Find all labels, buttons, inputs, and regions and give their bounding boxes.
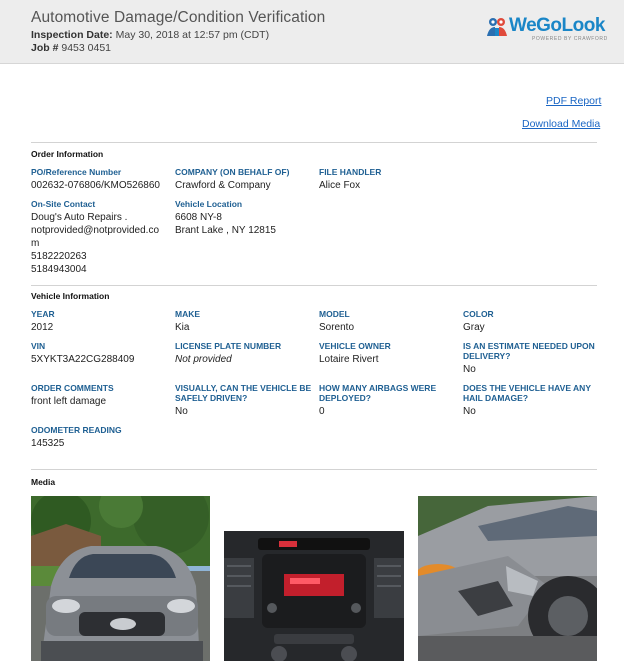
estimate-label-line2: DELIVERY?: [463, 351, 511, 361]
dashboard-image: [224, 496, 404, 661]
divider: [31, 285, 597, 286]
vehicle-info-title: Vehicle Information: [31, 291, 110, 301]
inspection-date-label: Inspection Date:: [31, 29, 113, 41]
airbags-label-line1: HOW MANY AIRBAGS WERE: [319, 383, 437, 393]
po-field: PO/Reference Number 002632-076806/KMO526…: [31, 167, 160, 192]
plate-field: LICENSE PLATE NUMBER Not provided: [175, 341, 281, 366]
driven-value: No: [175, 406, 188, 417]
year-value: 2012: [31, 322, 54, 333]
contact-name: Doug's Auto Repairs .: [31, 212, 128, 223]
vehicle-front-image: [31, 496, 210, 661]
media-title: Media: [31, 477, 56, 487]
vin-field: VIN 5XYKT3A22CG288409: [31, 341, 134, 366]
year-field: YEAR 2012: [31, 309, 55, 334]
inspection-date: Inspection Date: May 30, 2018 at 12:57 p…: [31, 29, 269, 41]
handler-field: FILE HANDLER Alice Fox: [319, 167, 381, 192]
job-number-value: 9453 0451: [61, 42, 111, 54]
divider: [31, 142, 597, 143]
airbags-label-line2: DEPLOYED?: [319, 393, 371, 403]
company-field: COMPANY (ON BEHALF OF) Crawford & Compan…: [175, 167, 289, 192]
estimate-value: No: [463, 364, 476, 375]
model-label: MODEL: [319, 309, 350, 319]
location-label: Vehicle Location: [175, 199, 243, 209]
handler-value: Alice Fox: [319, 180, 361, 191]
contact-email-line2: m: [31, 238, 40, 249]
company-value: Crawford & Company: [175, 180, 271, 191]
driven-field: VISUALLY, CAN THE VEHICLE BE SAFELY DRIV…: [175, 383, 311, 418]
logo-subtitle: POWERED BY CRAWFORD: [532, 36, 608, 42]
color-field: COLOR Gray: [463, 309, 494, 334]
damage-image: [418, 496, 597, 661]
inspection-date-value: May 30, 2018 at 12:57 pm (CDT): [115, 29, 270, 41]
handler-label: FILE HANDLER: [319, 167, 382, 177]
location-field: Vehicle Location 6608 NY-8 Brant Lake , …: [175, 199, 276, 237]
po-value: 002632-076806/KMO526860: [31, 180, 160, 191]
damage-photo[interactable]: [418, 496, 597, 661]
logo-people-icon: [487, 18, 507, 36]
page-title: Automotive Damage/Condition Verification: [31, 9, 326, 26]
comments-value: front left damage: [31, 396, 107, 407]
order-info-title: Order Information: [31, 149, 104, 159]
contact-phone-1: 5182220263: [31, 251, 87, 262]
hail-value: No: [463, 406, 476, 417]
odometer-label: ODOMETER READING: [31, 425, 122, 435]
odometer-value: 145325: [31, 438, 65, 449]
logo-text: WeGoLook: [509, 15, 605, 36]
pdf-report-link[interactable]: PDF Report: [546, 95, 601, 107]
po-label: PO/Reference Number: [31, 167, 122, 177]
driven-label-line2: SAFELY DRIVEN?: [175, 393, 248, 403]
location-line1: 6608 NY-8: [175, 212, 222, 223]
odometer-field: ODOMETER READING 145325: [31, 425, 122, 450]
divider: [31, 469, 597, 470]
job-number-label: Job #: [31, 42, 59, 54]
location-line2: Brant Lake , NY 12815: [175, 225, 276, 236]
job-number: Job # 9453 0451: [31, 42, 111, 54]
owner-value: Lotaire Rivert: [319, 354, 379, 365]
make-value: Kia: [175, 322, 190, 333]
make-field: MAKE Kia: [175, 309, 200, 334]
vin-label: VIN: [31, 341, 46, 351]
airbags-value: 0: [319, 406, 325, 417]
model-value: Sorento: [319, 322, 355, 333]
hail-label-line1: DOES THE VEHICLE HAVE ANY: [463, 383, 591, 393]
year-label: YEAR: [31, 309, 55, 319]
owner-label: VEHICLE OWNER: [319, 341, 391, 351]
make-label: MAKE: [175, 309, 201, 319]
hail-field: DOES THE VEHICLE HAVE ANY HAIL DAMAGE? N…: [463, 383, 591, 418]
estimate-label-line1: IS AN ESTIMATE NEEDED UPON: [463, 341, 595, 351]
color-value: Gray: [463, 322, 485, 333]
contact-phone-2: 5184943004: [31, 264, 87, 275]
color-label: COLOR: [463, 309, 494, 319]
page-header: Automotive Damage/Condition Verification…: [0, 0, 624, 64]
contact-email-line1: notprovided@notprovided.co: [31, 225, 160, 236]
vehicle-front-photo[interactable]: [31, 496, 210, 661]
owner-field: VEHICLE OWNER Lotaire Rivert: [319, 341, 391, 366]
hail-label-line2: HAIL DAMAGE?: [463, 393, 529, 403]
comments-field: ORDER COMMENTS front left damage: [31, 383, 114, 408]
model-field: MODEL Sorento: [319, 309, 354, 334]
contact-label: On-Site Contact: [31, 199, 96, 209]
contact-field: On-Site Contact Doug's Auto Repairs . no…: [31, 199, 159, 276]
vin-value: 5XYKT3A22CG288409: [31, 354, 135, 365]
download-media-link[interactable]: Download Media: [522, 118, 600, 130]
comments-label: ORDER COMMENTS: [31, 383, 114, 393]
airbags-field: HOW MANY AIRBAGS WERE DEPLOYED? 0: [319, 383, 436, 418]
dashboard-photo[interactable]: [224, 496, 404, 661]
wegolook-logo: WeGoLook POWERED BY CRAWFORD: [486, 15, 607, 45]
company-label: COMPANY (ON BEHALF OF): [175, 167, 290, 177]
driven-label-line1: VISUALLY, CAN THE VEHICLE BE: [175, 383, 312, 393]
plate-label: LICENSE PLATE NUMBER: [175, 341, 282, 351]
plate-value: Not provided: [175, 354, 232, 365]
estimate-field: IS AN ESTIMATE NEEDED UPON DELIVERY? No: [463, 341, 595, 376]
